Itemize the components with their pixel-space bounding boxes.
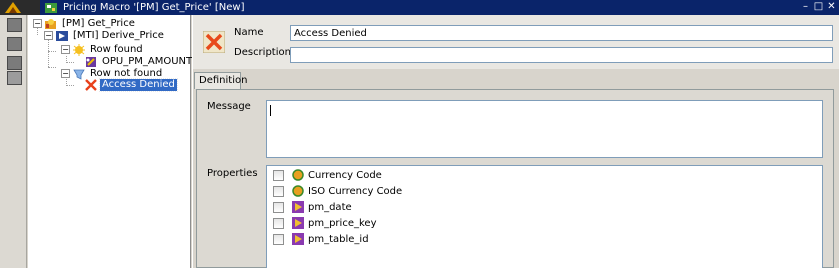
list-item[interactable]: pm_table_id [273,232,369,246]
property-label: Currency Code [308,169,382,181]
close-button[interactable]: ✕ [826,1,837,13]
toolbar-button-4[interactable] [7,71,22,85]
properties-label: Properties [207,168,258,179]
maximize-button[interactable]: □ [813,1,824,13]
property-label: pm_price_key [308,217,377,229]
property-checkbox[interactable] [273,185,284,197]
header-properties: Name Access Denied Description [193,15,839,69]
description-label: Description [234,47,291,58]
properties-list: Currency Code ISO Currency Code pm_date … [266,165,823,268]
tree-node-row-found[interactable]: Row found [72,44,145,56]
arrow-icon [292,201,304,213]
list-item[interactable]: pm_price_key [273,216,376,230]
app-logo-icon [5,2,21,13]
access-denied-large-icon [203,31,225,53]
toolbar-button-1[interactable] [7,18,22,32]
tree-label-opu-pm-amount: OPU_PM_AMOUNT [102,56,193,67]
list-item[interactable]: pm_date [273,200,352,214]
toolbar-button-3[interactable] [7,56,22,70]
app-logo-strip [0,0,40,15]
access-denied-icon [85,79,97,91]
text-caret [270,105,271,116]
amount-icon [86,57,96,67]
tree-label-root: [PM] Get_Price [62,18,135,29]
property-checkbox[interactable] [273,201,284,213]
circle-icon [292,169,304,181]
expander-child[interactable]: − [44,31,53,40]
tree-node-root[interactable]: [PM] Get_Price [44,18,137,30]
tree-label-derive-price: [MTI] Derive_Price [73,30,164,41]
toolbar-button-2[interactable] [7,37,22,51]
vertical-toolbar [0,15,27,268]
macro-tree: − [PM] Get_Price − [MTI] Derive_Price − … [28,15,194,268]
name-label: Name [234,27,264,38]
expander-row-not-found[interactable]: − [61,69,70,78]
detail-pane: Name Access Denied Description Definitio… [192,15,839,268]
property-label: ISO Currency Code [308,185,403,197]
arrow-icon [292,233,304,245]
window-title: Pricing Macro '[PM] Get_Price' [New] [63,2,245,13]
tree-node-access-denied[interactable]: Access Denied [84,78,178,92]
message-label: Message [207,101,251,112]
property-checkbox[interactable] [273,169,284,181]
property-checkbox[interactable] [273,217,284,229]
list-item[interactable]: Currency Code [273,168,382,182]
tree-label-row-found: Row found [90,44,143,55]
title-bar: Pricing Macro '[PM] Get_Price' [New] – □… [0,0,839,15]
expander-row-found[interactable]: − [61,45,70,54]
mti-icon [56,31,68,41]
name-field[interactable]: Access Denied [290,25,833,41]
property-label: pm_date [308,201,352,213]
row-found-icon [73,44,85,56]
message-textarea[interactable] [266,100,823,158]
minimize-button[interactable]: – [800,1,811,13]
arrow-icon [292,217,304,229]
expander-root[interactable]: − [33,19,42,28]
property-label: pm_table_id [308,233,369,245]
list-item[interactable]: ISO Currency Code [273,184,402,198]
tab-definition[interactable]: Definition [194,72,247,89]
tree-node-derive-price[interactable]: [MTI] Derive_Price [55,30,166,42]
circle-icon [292,185,304,197]
pricing-macro-icon [45,19,56,29]
tree-label-access-denied: Access Denied [99,78,178,92]
description-field[interactable] [290,47,833,63]
tree-node-opu-pm-amount[interactable]: OPU_PM_AMOUNT [84,56,194,68]
window-icon [45,2,57,13]
property-checkbox[interactable] [273,233,284,245]
